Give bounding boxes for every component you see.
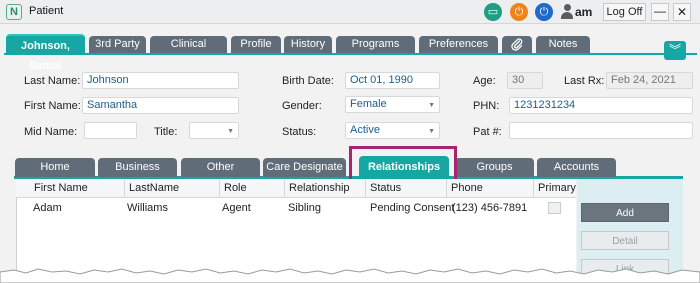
tab-care-designate[interactable]: Care Designate — [263, 158, 346, 177]
mid-name-field[interactable] — [84, 122, 137, 139]
detail-button[interactable]: Detail — [581, 231, 669, 250]
cell-status[interactable]: Pending Consent — [370, 202, 454, 214]
column-header[interactable]: Status — [365, 179, 447, 198]
column-header[interactable]: Relationship — [284, 179, 366, 198]
tab-home[interactable]: Home — [15, 158, 95, 177]
minimize-button[interactable]: — — [651, 3, 669, 21]
cell-role[interactable]: Agent — [222, 202, 251, 214]
chevron-down-icon: ▼ — [428, 102, 435, 109]
cell-last-name[interactable]: Williams — [127, 202, 168, 214]
cell-first-name[interactable]: Adam — [33, 202, 62, 214]
title-dropdown[interactable]: ▼ — [189, 122, 239, 139]
last-rx-field: Feb 24, 2021 — [606, 72, 693, 89]
last-name-field[interactable]: Johnson — [82, 72, 239, 89]
tab-third-party[interactable]: 3rd Party — [89, 36, 146, 53]
birth-date-field[interactable]: Oct 01, 1990 — [345, 72, 440, 89]
primary-checkbox[interactable] — [548, 202, 561, 214]
collapse-chevron-icon[interactable]: ︾ — [664, 41, 686, 60]
close-button[interactable]: ✕ — [673, 3, 691, 21]
title-bar — [0, 0, 700, 24]
status-dropdown[interactable]: Active ▼ — [345, 122, 440, 139]
last-rx-label: Last Rx: — [564, 75, 605, 87]
phn-label: PHN: — [473, 100, 500, 112]
chevron-down-icon: ▼ — [428, 128, 435, 135]
user-icon — [560, 4, 574, 20]
mid-name-label: Mid Name: — [24, 126, 78, 138]
age-label: Age: — [473, 75, 496, 87]
tab-groups[interactable]: Groups — [455, 158, 534, 177]
highlight-box — [349, 146, 457, 183]
app-logo-icon: N — [6, 4, 22, 20]
gender-dropdown[interactable]: Female ▼ — [345, 96, 440, 113]
tab-notes[interactable]: Notes — [536, 36, 590, 53]
tab-attachments[interactable] — [502, 36, 532, 53]
pat-no-field[interactable] — [509, 122, 693, 139]
column-header[interactable]: Primary — [533, 179, 576, 198]
cell-relationship[interactable]: Sibling — [288, 202, 321, 214]
torn-edge — [0, 268, 700, 283]
user-name: am — [575, 5, 593, 19]
tab-other[interactable]: Other — [181, 158, 260, 177]
first-name-label: First Name: — [24, 100, 81, 112]
last-name-label: Last Name: — [24, 75, 81, 87]
logoff-button[interactable]: Log Off — [603, 3, 646, 21]
first-name-field[interactable]: Samantha — [82, 97, 239, 114]
gender-value: Female — [350, 98, 387, 110]
tab-profile[interactable]: Profile — [231, 36, 281, 53]
status-value: Active — [350, 124, 380, 136]
tab-preferences[interactable]: Preferences — [419, 36, 498, 53]
main-tab-strip — [4, 53, 697, 55]
column-header[interactable]: Role — [219, 179, 285, 198]
title-label: Title: — [154, 126, 178, 138]
add-button[interactable]: Add — [581, 203, 669, 222]
tab-history[interactable]: History — [284, 36, 332, 53]
tab-clinical[interactable]: Clinical — [150, 36, 227, 53]
age-field: 30 — [507, 72, 543, 89]
column-header[interactable]: LastName — [124, 179, 220, 198]
paperclip-icon — [511, 38, 523, 51]
birth-date-label: Birth Date: — [282, 75, 334, 87]
grid-header: First Name LastName Role Relationship St… — [16, 179, 576, 198]
column-header[interactable]: Phone — [446, 179, 534, 198]
monitor-icon[interactable]: ▭ — [484, 3, 502, 21]
tab-programs[interactable]: Programs — [336, 36, 415, 53]
gender-label: Gender: — [282, 100, 322, 112]
tab-accounts[interactable]: Accounts — [537, 158, 616, 177]
phn-field[interactable]: 1231231234 — [509, 97, 693, 114]
standby-icon[interactable]: ⏻ — [535, 3, 553, 21]
window-title: Patient — [29, 5, 64, 17]
tab-patient[interactable]: Johnson, Samai — [6, 34, 85, 72]
power-icon[interactable]: ⏻ — [510, 3, 528, 21]
status-label: Status: — [282, 126, 317, 138]
pat-no-label: Pat #: — [473, 126, 502, 138]
chevron-down-icon: ▼ — [227, 128, 234, 135]
cell-phone[interactable]: (123) 456-7891 — [452, 202, 527, 214]
tab-business[interactable]: Business — [98, 158, 177, 177]
